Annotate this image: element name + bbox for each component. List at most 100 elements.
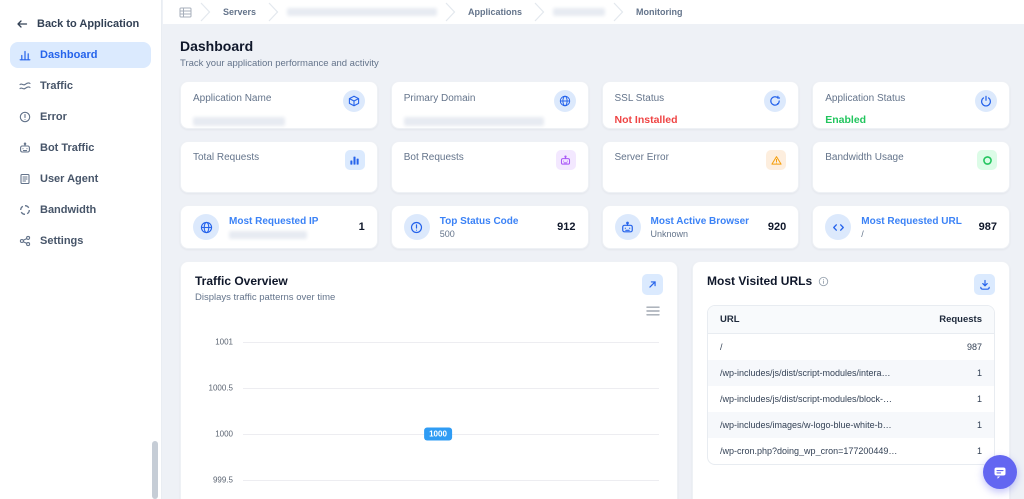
cube-icon (342, 90, 365, 112)
arrow-left-icon (16, 18, 28, 30)
breadcrumb-item-monitoring[interactable]: Monitoring (632, 7, 687, 17)
sidebar-item-bot-traffic[interactable]: Bot Traffic (10, 135, 151, 161)
table-row: / 987 (708, 334, 994, 360)
requests-cell: 987 (966, 342, 982, 352)
most-requested-ip-card: Most Requested IP 1 (180, 205, 378, 249)
refresh-icon[interactable] (764, 90, 787, 112)
traffic-waves-icon (19, 80, 31, 92)
sidebar-item-bandwidth[interactable]: Bandwidth (10, 197, 151, 223)
robot-icon (614, 214, 641, 240)
highlight-label: Most Requested URL (861, 215, 962, 227)
urls-table: URL Requests / 987 /wp-includes/js/dist/… (707, 305, 995, 465)
url-cell: /wp-cron.php?doing_wp_cron=177200449… (720, 446, 898, 456)
breadcrumb-item-redacted[interactable] (553, 8, 606, 16)
power-icon[interactable] (975, 90, 997, 112)
y-axis-tick: 1000.5 (208, 383, 233, 393)
total-requests-card: Total Requests 1000 View more (180, 141, 378, 484)
sidebar-item-label: Bandwidth (40, 204, 97, 216)
highlight-card-row: Most Requested IP 1 Top Status Code 500 … (180, 205, 1010, 249)
grid-icon (179, 7, 192, 18)
sidebar-item-label: Traffic (40, 80, 74, 92)
sidebar-item-label: Settings (40, 235, 84, 247)
breadcrumb-item-redacted[interactable] (287, 8, 438, 16)
column-header-requests: Requests (939, 314, 982, 325)
highlight-label: Top Status Code (439, 215, 519, 227)
y-axis-tick: 1000 (215, 429, 233, 439)
application-status-value: Enabled (825, 114, 867, 126)
server-error-card: Server Error 912 View more (601, 141, 800, 484)
main-content: Dashboard Track your application perform… (163, 24, 1024, 499)
card-label: Application Status (825, 93, 906, 104)
table-row: /wp-includes/js/dist/script-modules/bloc… (708, 386, 994, 412)
chat-button[interactable] (983, 455, 1017, 489)
page-subtitle: Track your application performance and a… (180, 58, 379, 69)
card-label: SSL Status (614, 93, 665, 104)
chart-menu-icon[interactable] (645, 306, 660, 316)
sidebar-item-dashboard[interactable]: Dashboard (10, 42, 151, 68)
robot-icon (19, 142, 31, 154)
requests-cell: 1 (976, 394, 982, 404)
application-name-card: Application Name (180, 81, 378, 129)
sidebar-scrollbar-thumb[interactable] (152, 441, 158, 499)
redacted-value (229, 230, 307, 239)
bot-requests-card: Bot Requests 8 View more (390, 141, 589, 484)
highlight-sub: 500 (439, 228, 455, 239)
card-label: Primary Domain (403, 93, 476, 104)
sidebar-item-error[interactable]: Error (10, 104, 151, 130)
ring-icon (977, 150, 997, 170)
warning-triangle-icon (766, 150, 787, 170)
top-status-code-card: Top Status Code 500 912 (390, 205, 589, 249)
sidebar-item-settings[interactable]: Settings (10, 228, 151, 254)
alert-circle-icon (403, 214, 430, 240)
robot-icon (555, 150, 576, 170)
breadcrumb-item-applications[interactable]: Applications (464, 7, 526, 17)
download-icon[interactable] (974, 274, 995, 295)
card-label: Application Name (193, 93, 272, 104)
expand-icon[interactable] (642, 274, 663, 295)
highlight-value: 920 (767, 221, 787, 233)
url-cell: /wp-includes/images/w-logo-blue-white-b… (720, 420, 892, 430)
globe-icon (193, 214, 219, 240)
most-visited-urls-panel: Most Visited URLs URL Requests / 987 /wp… (692, 261, 1010, 499)
requests-cell: 1 (976, 446, 982, 456)
breadcrumb-chevron-icon (445, 2, 456, 22)
breadcrumb-chevron-icon (268, 2, 279, 22)
sidebar-item-label: Error (40, 111, 67, 123)
bar-chart-icon (344, 150, 365, 170)
traffic-overview-panel: Traffic Overview Displays traffic patter… (180, 261, 678, 499)
info-icon[interactable] (818, 276, 829, 287)
chat-bubble-icon (992, 465, 1008, 480)
y-axis-tick: 999.5 (212, 475, 233, 485)
data-point-label[interactable]: 1000 (424, 427, 452, 441)
column-header-url: URL (720, 314, 740, 325)
panel-subtitle: Displays traffic patterns over time (195, 292, 336, 303)
share-nodes-icon (19, 235, 31, 247)
highlight-label: Most Requested IP (229, 215, 319, 227)
highlight-label: Most Active Browser (650, 215, 750, 227)
bar-chart-icon (19, 49, 31, 61)
url-cell: / (720, 342, 723, 352)
requests-cell: 1 (976, 420, 982, 430)
table-header-row: URL Requests (708, 306, 994, 334)
breadcrumb-item-servers[interactable]: Servers (219, 7, 260, 17)
sidebar: Back to Application Dashboard Traffic Er… (0, 0, 162, 499)
alert-circle-icon (19, 111, 31, 123)
sidebar-item-label: Bot Traffic (40, 142, 95, 154)
bandwidth-usage-card: Bandwidth Usage 2.52 MB View more (812, 141, 1010, 484)
globe-icon (553, 90, 576, 112)
page-title: Dashboard (180, 38, 254, 54)
requests-cell: 1 (976, 368, 982, 378)
redacted-value (403, 117, 544, 126)
redacted-value (193, 117, 285, 126)
most-active-browser-card: Most Active Browser Unknown 920 (601, 205, 800, 249)
back-to-application-button[interactable]: Back to Application (10, 14, 151, 42)
highlight-value: 987 (978, 221, 997, 233)
sidebar-item-traffic[interactable]: Traffic (10, 73, 151, 99)
card-label: Total Requests (193, 152, 260, 163)
breadcrumb-chevron-icon (200, 2, 211, 22)
stat-card-row: Total Requests 1000 View more Bot Reques… (180, 141, 1010, 484)
sidebar-item-user-agent[interactable]: User Agent (10, 166, 151, 192)
card-label: Bot Requests (403, 152, 464, 163)
app-window: Back to Application Dashboard Traffic Er… (0, 0, 1024, 499)
highlight-value: 1 (358, 221, 365, 233)
